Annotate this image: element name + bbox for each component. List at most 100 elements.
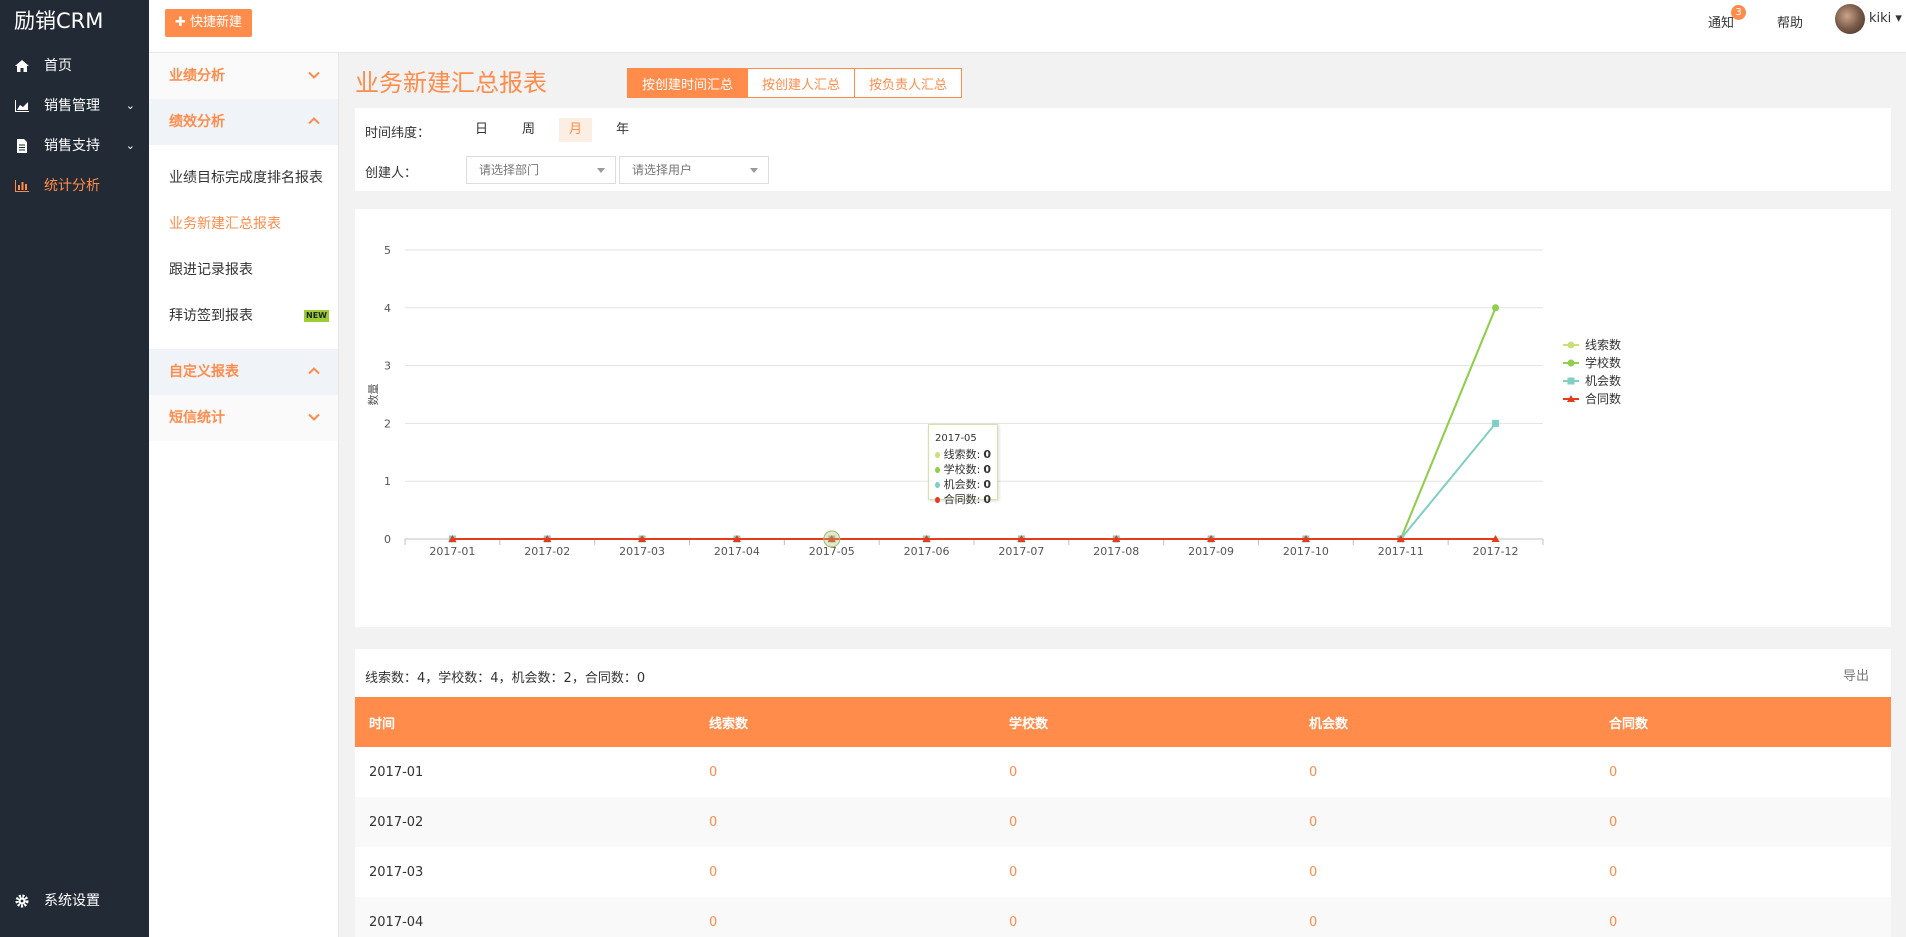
- tooltip-value: 0: [983, 493, 991, 506]
- submenu-group-performance[interactable]: 业绩分析: [149, 53, 338, 99]
- legend-label: 线索数: [1585, 337, 1621, 352]
- time-button-day[interactable]: 日: [465, 118, 498, 142]
- submenu-items: 业绩目标完成度排名报表 业务新建汇总报表 跟进记录报表 拜访签到报表 NEW: [149, 145, 338, 349]
- y-tick-label: 0: [384, 533, 391, 546]
- table-row: 2017-01 0 0 0 0: [355, 747, 1891, 797]
- nav-item-sales-management[interactable]: 销售管理 ⌄: [0, 86, 149, 126]
- sidebar: 励销CRM 首页 销售管理 ⌄ 销售支持 ⌄ 统计分析 系统设置: [0, 0, 149, 937]
- submenu-item-new-business[interactable]: 业务新建汇总报表: [149, 201, 338, 247]
- tooltip-value: 0: [983, 463, 991, 476]
- line-chart: 0 1 2 3 4 5 2017-01 2017-02 2017-03 2017-04 2017-0…: [367, 244, 1621, 558]
- x-tick-label: 2017-12: [1473, 545, 1519, 558]
- table-cell: 0: [1595, 897, 1891, 937]
- gear-icon: [15, 894, 29, 908]
- user-select-placeholder: 请选择用户: [632, 163, 693, 177]
- tab-by-creator[interactable]: 按创建人汇总: [747, 68, 856, 98]
- series-dot-icon: [935, 466, 940, 473]
- notification-badge: 3: [1731, 5, 1746, 20]
- table-cell: 2017-01: [369, 764, 424, 780]
- legend-marker: [1567, 341, 1575, 349]
- data-point: [1492, 419, 1500, 427]
- page-title: 业务新建汇总报表: [355, 69, 547, 97]
- chart-card: 0 1 2 3 4 5 2017-01 2017-02 2017-03 2017-04 2017-0…: [355, 209, 1891, 627]
- column-header: 时间: [355, 697, 695, 747]
- legend-label: 合同数: [1585, 391, 1621, 406]
- nav-item-sales-support[interactable]: 销售支持 ⌄: [0, 126, 149, 166]
- x-tick-label: 2017-02: [524, 545, 570, 558]
- tab-by-create-time[interactable]: 按创建时间汇总: [627, 68, 749, 98]
- submenu-item-followup[interactable]: 跟进记录报表: [149, 247, 338, 293]
- table-cell: 0: [709, 864, 718, 880]
- table-cell: 0: [1595, 797, 1891, 847]
- x-tick-label: 2017-07: [998, 545, 1044, 558]
- tooltip-label: 线索数:: [943, 448, 981, 461]
- notification-link[interactable]: 通知: [1708, 12, 1734, 31]
- tab-by-owner[interactable]: 按负责人汇总: [854, 68, 963, 98]
- nav-item-home[interactable]: 首页: [0, 46, 149, 86]
- hover-highlight: [823, 530, 841, 548]
- submenu-group-kpi[interactable]: 绩效分析: [149, 99, 338, 145]
- submenu-item-visit-checkin[interactable]: 拜访签到报表 NEW: [149, 293, 338, 339]
- user-name: kiki: [1869, 11, 1892, 26]
- tooltip-label: 机会数:: [943, 478, 981, 491]
- legend-marker: [1567, 359, 1575, 367]
- table-cell: 0: [995, 897, 1295, 937]
- tooltip-label: 学校数:: [943, 463, 981, 476]
- x-tick-label: 2017-06: [904, 545, 950, 558]
- caret-down-icon: ▾: [1895, 11, 1902, 26]
- chevron-down-icon: [308, 413, 320, 421]
- table-card: 线索数：4，学校数：4，机会数：2，合同数：0 导出 时间 线索数 学校数 机会…: [355, 649, 1891, 937]
- table-cell: 0: [1309, 764, 1318, 780]
- nav-item-label: 销售支持: [44, 138, 100, 154]
- x-tick-label: 2017-08: [1093, 545, 1139, 558]
- time-button-week[interactable]: 周: [512, 118, 545, 142]
- x-tick-label: 2017-04: [714, 545, 760, 558]
- quick-new-button[interactable]: ✚ 快捷新建: [165, 9, 253, 37]
- series-dot-icon: [935, 481, 940, 488]
- nav-item-settings[interactable]: 系统设置: [0, 881, 149, 921]
- chart-tooltip: 2017-05 线索数: 0 学校数: 0 机会数: 0 合同数: 0: [928, 424, 998, 506]
- x-tick-label: 2017-11: [1378, 545, 1424, 558]
- table-cell: 0: [1609, 864, 1618, 880]
- dropdown-arrow-icon: [750, 168, 758, 173]
- department-select[interactable]: 请选择部门: [466, 156, 616, 184]
- time-button-year[interactable]: 年: [606, 118, 639, 142]
- user-menu[interactable]: kiki ▾: [1869, 11, 1902, 26]
- dropdown-arrow-icon: [597, 168, 605, 173]
- table-header-row: 时间 线索数 学校数 机会数 合同数: [355, 697, 1891, 747]
- summary-text: 线索数：4，学校数：4，机会数：2，合同数：0: [365, 671, 646, 686]
- nav-item-label: 系统设置: [44, 893, 100, 909]
- chevron-down-icon: ⌄: [125, 99, 135, 112]
- table-cell: 0: [695, 897, 995, 937]
- y-tick-label: 1: [384, 475, 391, 488]
- time-dimension-label: 时间纬度：: [365, 126, 431, 141]
- help-link[interactable]: 帮助: [1777, 12, 1803, 31]
- table-row: 2017-03 0 0 0 0: [355, 847, 1891, 897]
- nav-item-label: 首页: [44, 58, 72, 74]
- quick-new-label: 快捷新建: [190, 15, 243, 30]
- legend-label: 学校数: [1585, 355, 1621, 370]
- user-select[interactable]: 请选择用户: [619, 156, 769, 184]
- chevron-down-icon: [308, 71, 320, 79]
- series-dot-icon: [935, 496, 940, 503]
- time-button-month[interactable]: 月: [559, 118, 593, 142]
- export-button[interactable]: 导出: [1843, 665, 1869, 684]
- table-cell: 2017-04: [355, 897, 695, 937]
- nav-item-statistics[interactable]: 统计分析: [0, 166, 149, 206]
- table-cell: 2017-03: [369, 864, 424, 880]
- column-header: 线索数: [695, 697, 995, 747]
- table-cell: 0: [1609, 764, 1618, 780]
- series-dot-icon: [935, 451, 940, 458]
- submenu-item-target-ranking[interactable]: 业绩目标完成度排名报表: [149, 155, 338, 201]
- submenu-group-sms[interactable]: 短信统计: [149, 395, 338, 441]
- submenu-group-custom[interactable]: 自定义报表: [149, 349, 338, 395]
- submenu-group-label: 绩效分析: [169, 114, 225, 130]
- nav-item-label: 统计分析: [44, 178, 100, 194]
- submenu-group-label: 短信统计: [169, 410, 225, 426]
- column-header: 机会数: [1295, 697, 1595, 747]
- avatar[interactable]: [1835, 4, 1865, 34]
- chevron-up-icon: [308, 367, 320, 375]
- top-bar: ✚ 快捷新建 通知 3 帮助 kiki ▾: [149, 0, 1906, 53]
- tooltip-row: 合同数: 0: [935, 492, 991, 507]
- table-cell: 2017-02: [355, 797, 695, 847]
